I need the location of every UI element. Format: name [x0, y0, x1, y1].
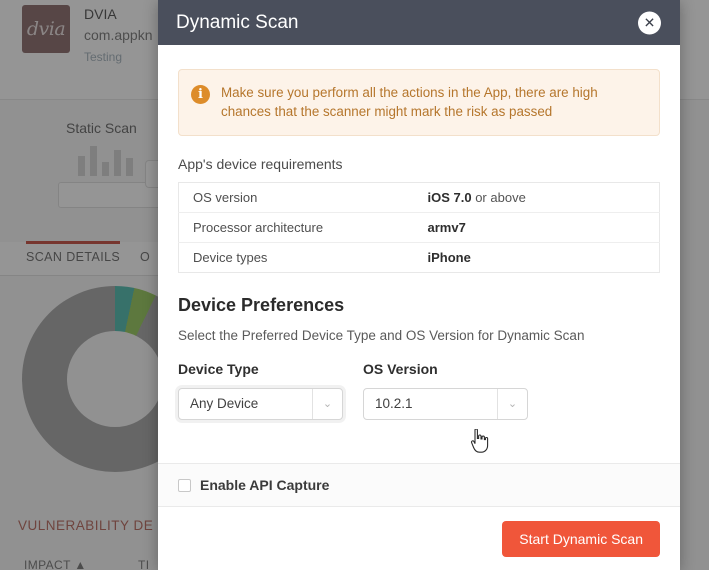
requirement-value: armv7 — [428, 212, 660, 242]
dynamic-scan-dialog: Dynamic Scan ✕ i Make sure you perform a… — [158, 0, 680, 570]
requirement-value: iOS 7.0 or above — [428, 182, 660, 212]
os-version-select[interactable]: 10.2.1 ⌄ — [363, 387, 528, 420]
close-icon[interactable]: ✕ — [638, 11, 661, 34]
table-row: Processor architecture armv7 — [178, 212, 660, 243]
os-version-value: 10.2.1 — [375, 396, 413, 412]
device-requirements-table: OS version iOS 7.0 or above Processor ar… — [178, 181, 660, 273]
requirements-label: App's device requirements — [178, 155, 343, 172]
enable-api-capture-label: Enable API Capture — [200, 477, 330, 493]
device-type-value: Any Device — [190, 396, 259, 412]
api-capture-row: Enable API Capture — [158, 463, 680, 507]
requirement-value-main: iOS 7.0 — [427, 189, 472, 205]
requirement-label: Device types — [193, 249, 268, 265]
device-type-label: Device Type — [178, 360, 259, 377]
requirement-value: iPhone — [428, 242, 660, 272]
requirement-value-main: iPhone — [427, 249, 471, 265]
dialog-header: Dynamic Scan ✕ — [158, 0, 680, 45]
dialog-footer: Start Dynamic Scan — [158, 508, 680, 570]
table-row: OS version iOS 7.0 or above — [178, 182, 660, 213]
device-preferences-heading: Device Preferences — [178, 294, 345, 315]
start-dynamic-scan-button[interactable]: Start Dynamic Scan — [502, 521, 660, 557]
screen: dvia DVIA com.appkn Testing Static Scan … — [0, 0, 709, 570]
enable-api-capture-checkbox[interactable] — [178, 478, 191, 492]
chevron-down-icon[interactable]: ⌄ — [497, 388, 527, 419]
mouse-cursor-pointer — [470, 429, 489, 453]
info-icon: i — [191, 85, 210, 104]
requirement-value-main: armv7 — [427, 219, 466, 235]
preferences-fields: Device Type Any Device ⌄ OS Version 10.2… — [178, 361, 680, 420]
device-preferences-description: Select the Preferred Device Type and OS … — [178, 327, 585, 343]
device-type-field: Device Type Any Device ⌄ — [178, 361, 363, 420]
device-type-select[interactable]: Any Device ⌄ — [178, 387, 343, 420]
info-alert: i Make sure you perform all the actions … — [178, 69, 660, 136]
requirement-label: Processor architecture — [193, 219, 324, 235]
os-version-field: OS Version 10.2.1 ⌄ — [363, 361, 528, 420]
os-version-label: OS Version — [363, 360, 438, 377]
table-row: Device types iPhone — [179, 242, 660, 272]
chevron-down-icon[interactable]: ⌄ — [312, 388, 342, 419]
dialog-title: Dynamic Scan — [176, 11, 299, 33]
requirement-value-suffix: or above — [475, 189, 526, 205]
info-alert-text: Make sure you perform all the actions in… — [221, 85, 598, 120]
dialog-body: i Make sure you perform all the actions … — [158, 45, 680, 508]
requirement-label: OS version — [193, 189, 258, 205]
